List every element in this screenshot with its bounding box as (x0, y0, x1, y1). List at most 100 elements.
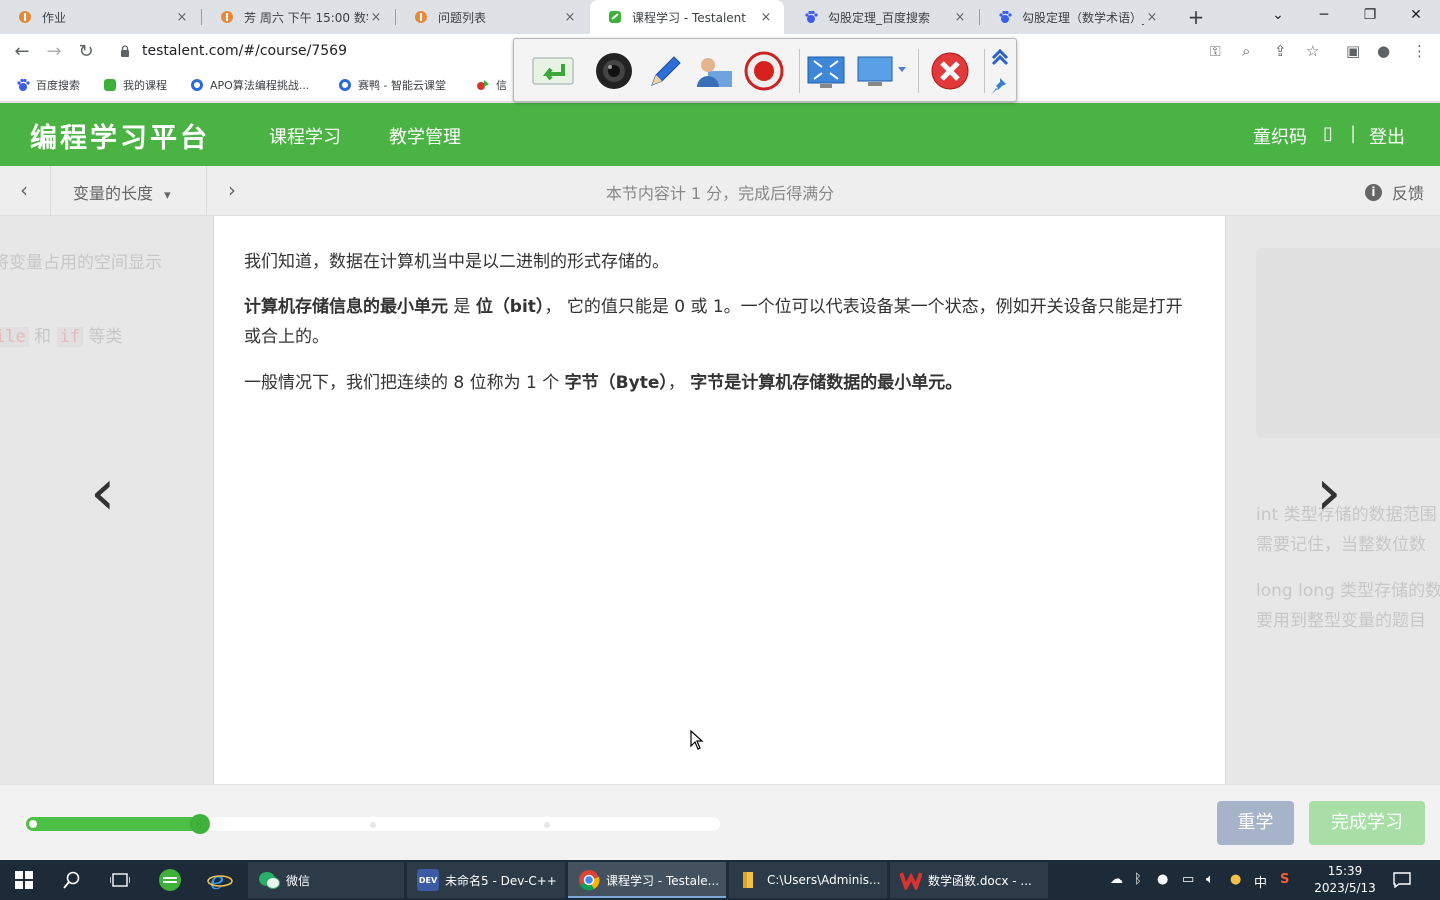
browser-tab-baidu-search[interactable]: 勾股定理_百度搜索 × (786, 0, 978, 34)
fullscreen-icon[interactable] (806, 51, 846, 91)
taskbar-app-label: 课程学习 - Testale... (606, 873, 720, 888)
side-panel-icon[interactable]: ▣ (1346, 42, 1360, 60)
bookmark-saiya[interactable]: 赛鸭 - 智能云课堂 (338, 77, 446, 93)
tab-title: 问题列表 (438, 10, 487, 25)
browser-tab-homework[interactable]: 作业 × (0, 0, 200, 34)
taskbar-app-wps[interactable]: 数学函数.docx - ... (890, 862, 1048, 898)
task-view-icon[interactable] (96, 860, 144, 900)
toolbar-separator (984, 49, 985, 93)
bookmark-my-course[interactable]: 我的课程 (103, 77, 167, 93)
tab-close-icon[interactable]: × (174, 10, 190, 25)
user-icon[interactable] (694, 51, 734, 91)
bookmark-label: 赛鸭 - 智能云课堂 (358, 79, 446, 92)
progress-knob[interactable] (190, 814, 210, 834)
nav-course-study[interactable]: 课程学习 (269, 123, 341, 149)
bookmark-star-icon[interactable]: ☆ (1306, 42, 1319, 60)
pin-icon[interactable] (986, 73, 1014, 99)
pen-icon[interactable] (644, 51, 684, 91)
complete-learning-button[interactable]: 完成学习 (1309, 801, 1425, 845)
progress-step-dot[interactable] (370, 822, 376, 828)
logout-link[interactable]: 登出 (1369, 123, 1405, 149)
nav-teaching-management[interactable]: 教学管理 (389, 123, 461, 149)
screen-select-icon[interactable] (856, 51, 912, 91)
internet-explorer-icon[interactable]: e (196, 860, 244, 900)
forward-icon[interactable]: → (42, 40, 66, 64)
new-tab-button[interactable]: + (1184, 5, 1208, 29)
site-logo[interactable]: 编程学习平台 (30, 116, 210, 155)
user-badge-icon[interactable]: ▯ (1323, 123, 1333, 144)
green-tab-icon (103, 78, 117, 92)
browser-menu-icon[interactable]: ⋮ (1412, 42, 1427, 60)
preview-text-line: 要用到整型变量的题目 (1256, 611, 1426, 631)
wechat-tray-icon[interactable]: ● (1157, 872, 1168, 887)
tab-close-icon[interactable]: × (1144, 10, 1160, 25)
svg-text:e: e (210, 868, 224, 892)
browser-tab-problems[interactable]: 问题列表 × (396, 0, 588, 34)
taskbar-app-label: C:\Users\Adminis... (767, 873, 881, 887)
browser-360-icon[interactable] (146, 860, 194, 900)
chrome-icon (578, 869, 600, 891)
password-key-icon[interactable]: ⚿ (1210, 44, 1221, 60)
tab-title: 芳 周六 下午 15:00 数学 (244, 10, 368, 25)
zoom-icon[interactable]: ⌕ (1242, 42, 1250, 60)
taskbar-app-chrome[interactable]: 课程学习 - Testale... (568, 862, 726, 898)
user-name[interactable]: 童织码 (1253, 123, 1307, 149)
windows-start-icon[interactable] (0, 860, 48, 900)
prev-slide-arrow-icon[interactable]: ‹ (90, 461, 116, 525)
minimize-icon[interactable]: ─ (1301, 0, 1347, 34)
restore-icon[interactable]: ❐ (1347, 0, 1393, 34)
feedback-label: 反馈 (1391, 184, 1424, 203)
volume-icon[interactable]: 🔈︎ (1206, 872, 1214, 887)
progress-bar[interactable] (26, 814, 720, 834)
return-icon[interactable] (530, 51, 576, 91)
notification-center-icon[interactable] (1380, 860, 1424, 900)
tab-close-icon[interactable]: × (952, 10, 968, 25)
progress-step-dot[interactable] (544, 822, 550, 828)
bookmark-apo[interactable]: APO算法编程挑战... (190, 77, 309, 93)
share-icon[interactable]: ⇪ (1274, 42, 1287, 60)
content-paragraph-1: 我们知道，数据在计算机当中是以二进制的形式存储的。 (244, 252, 669, 272)
browser-tab-baidu-baike[interactable]: 勾股定理（数学术语）_百 × (980, 0, 1170, 34)
relearn-button[interactable]: 重学 (1217, 801, 1294, 845)
site-header: 编程学习平台 课程学习 教学管理 童织码 ▯ | 登出 (0, 103, 1440, 166)
next-slide-arrow-icon[interactable]: › (1316, 461, 1342, 525)
search-icon[interactable] (48, 860, 96, 900)
mouse-cursor-icon (690, 729, 704, 754)
onedrive-icon[interactable]: ☁ (1110, 872, 1123, 887)
collapse-up-icon[interactable] (986, 43, 1014, 71)
preview-text-line: 需要记住，当整数位数 (1256, 535, 1426, 555)
taskbar-app-wechat[interactable]: 微信 (248, 862, 404, 898)
system-clock[interactable]: 15:39 2023/5/13 (1310, 863, 1380, 897)
bookmark-label: 我的课程 (123, 79, 167, 92)
active-indicator (568, 896, 726, 898)
taskbar-app-devcpp[interactable]: DEV 未命名5 - Dev-C++ (407, 862, 565, 898)
sogou-icon[interactable]: S (1280, 872, 1289, 887)
network-icon[interactable]: ▭ (1182, 872, 1194, 887)
tab-close-icon[interactable]: × (758, 10, 774, 25)
tab-favicon-green (608, 10, 622, 24)
window-close-icon[interactable]: ✕ (1393, 0, 1439, 34)
back-icon[interactable]: ← (10, 40, 34, 64)
bookmark-xin[interactable]: 信 (476, 77, 507, 93)
browser-tab-schedule[interactable]: 芳 周六 下午 15:00 数学 × (202, 0, 394, 34)
camera-icon[interactable] (594, 51, 634, 91)
tab-close-icon[interactable]: × (562, 10, 578, 25)
record-icon[interactable] (744, 51, 784, 91)
tab-close-icon[interactable]: × (368, 10, 384, 25)
tab-search-icon[interactable]: ⌄ (1255, 0, 1301, 34)
app-tray-icon[interactable]: ● (1230, 872, 1241, 887)
reload-icon[interactable]: ↻ (74, 40, 98, 64)
taskbar-app-explorer[interactable]: C:\Users\Adminis... (729, 862, 887, 898)
toolbar-separator (799, 49, 800, 93)
bookmark-baidu[interactable]: 百度搜索 (16, 77, 80, 93)
tab-favicon-orange (414, 10, 428, 24)
input-method-indicator[interactable]: 中 (1254, 872, 1267, 891)
bookmark-label: 信 (496, 79, 507, 92)
bluetooth-icon[interactable]: ᛒ (1134, 872, 1142, 887)
profile-avatar-icon[interactable]: ● (1377, 42, 1390, 60)
close-recorder-icon[interactable] (930, 51, 970, 91)
browser-tab-course-active[interactable]: 课程学习 - Testalent × (590, 0, 784, 34)
lesson-bar: ‹ 变量的长度 ▾ › 本节内容计 1 分，完成后得满分 i 反馈 (0, 166, 1440, 216)
preview-text-line: long long 类型存储的数 (1256, 581, 1440, 601)
feedback-button[interactable]: i 反馈 (1364, 180, 1424, 204)
